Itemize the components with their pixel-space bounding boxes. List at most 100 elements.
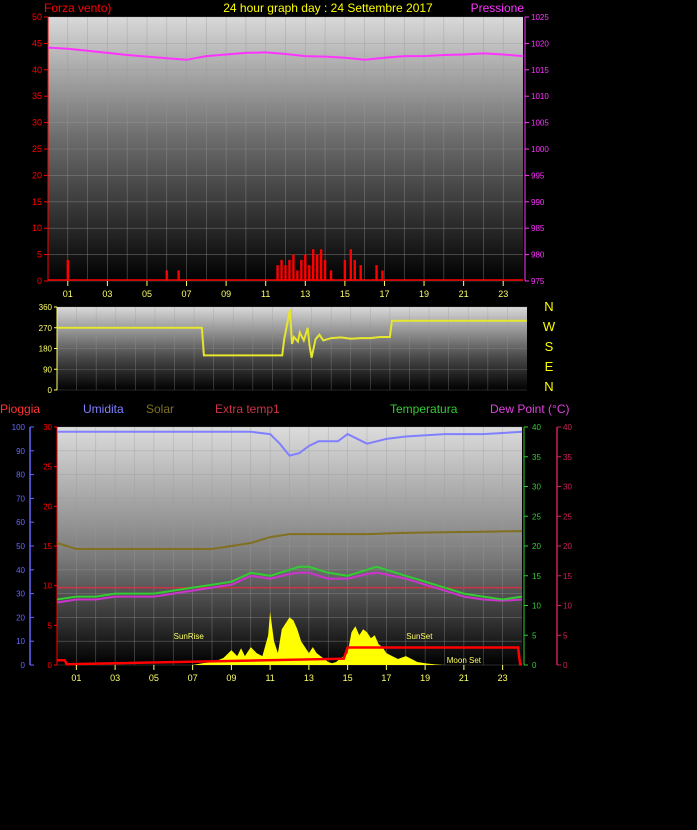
x-tick-label: 15 xyxy=(343,673,353,683)
compass-label: W xyxy=(543,319,556,334)
pressure-axis-tick-label: 1005 xyxy=(531,119,549,128)
wind-axis-label: Forza vento) xyxy=(44,1,111,15)
wind-axis-tick-label: 20 xyxy=(32,170,42,180)
temperature-axis-tick-label: 5 xyxy=(532,631,537,640)
dew-point-axis-tick-label: 40 xyxy=(563,423,572,432)
rain-axis: 0 5 10 15 20 25 30 xyxy=(43,423,58,670)
wind-speed-bar xyxy=(288,259,291,281)
humidity-axis-tick-label: 50 xyxy=(16,542,25,551)
x-tick-label: 05 xyxy=(149,673,159,683)
x-tick-label: 17 xyxy=(379,289,389,299)
x-tick-label: 23 xyxy=(498,289,508,299)
wind-speed-bar xyxy=(308,265,311,281)
humidity-axis-tick-label: 70 xyxy=(16,494,25,503)
temperature-axis-tick-label: 20 xyxy=(532,542,541,551)
humidity-axis-tick-label: 20 xyxy=(16,613,25,622)
weather-graph-stage: Forza vento) 24 hour graph day : 24 Sett… xyxy=(0,0,697,825)
x-tick-label: 11 xyxy=(265,673,274,683)
x-tick-label: 11 xyxy=(261,289,270,299)
legend-entry: Dew Point (°C) xyxy=(490,402,569,416)
pressure-axis-tick-label: 980 xyxy=(531,251,545,260)
wind-speed-bar xyxy=(276,265,279,281)
direction-compass-labels: NWSEN xyxy=(543,299,556,394)
wind-speed-bar xyxy=(315,254,319,281)
wind-axis-tick-label: 5 xyxy=(37,250,42,260)
annotation-label: SunRise xyxy=(174,632,205,641)
dew-point-axis-tick-label: 5 xyxy=(563,631,568,640)
humidity-axis-tick-label: 60 xyxy=(16,518,25,527)
wind-axis-tick-label: 10 xyxy=(32,223,42,233)
temperature-axis: 0 5 10 15 20 25 30 35 40 xyxy=(523,423,541,670)
pressure-axis-tick-label: 995 xyxy=(531,171,545,180)
x-tick-label: 13 xyxy=(300,289,310,299)
x-tick-label: 19 xyxy=(419,289,429,299)
panel-wind-pressure-x-ticks: 01 03 05 07 09 11 13 15 17 19 21 23 xyxy=(63,281,508,299)
compass-label: N xyxy=(544,379,553,394)
humidity-axis-tick-label: 0 xyxy=(21,661,26,670)
wind-speed-bar xyxy=(359,265,362,281)
wind-speed-bar xyxy=(312,249,315,281)
pressure-axis-label: Pressione xyxy=(471,1,525,15)
direction-axis-tick-label: 90 xyxy=(43,365,52,374)
temperature-axis-tick-label: 0 xyxy=(532,661,537,670)
humidity-axis-tick-label: 80 xyxy=(16,471,25,480)
wind-speed-bar xyxy=(343,259,347,281)
x-tick-label: 21 xyxy=(459,673,469,683)
dew-point-axis-tick-label: 15 xyxy=(563,572,572,581)
x-tick-label: 01 xyxy=(71,673,81,683)
graph-title: 24 hour graph day : 24 Settembre 2017 xyxy=(223,1,433,15)
wind-axis-tick-label: 35 xyxy=(32,91,42,101)
wind-axis-tick-label: 40 xyxy=(32,65,42,75)
legend-entry: Solar xyxy=(146,402,174,416)
pressure-axis-tick-label: 1020 xyxy=(531,39,549,48)
legend-entry: Pioggia xyxy=(0,402,40,416)
wind-speed-bar xyxy=(323,259,327,281)
humidity-axis: 0 10 20 30 40 50 60 70 80 90 100 xyxy=(12,423,34,670)
rain-axis-tick-label: 5 xyxy=(48,621,53,630)
wind-speed-bar xyxy=(349,249,353,281)
x-tick-label: 23 xyxy=(498,673,508,683)
direction-axis-tick-label: 270 xyxy=(39,324,53,333)
rain-axis-tick-label: 30 xyxy=(43,423,52,432)
pressure-axis-tick-label: 1025 xyxy=(531,13,549,22)
x-tick-label: 03 xyxy=(110,673,120,683)
wind-axis-tick-label: 50 xyxy=(32,12,42,22)
pressure-axis-tick-label: 1000 xyxy=(531,145,549,154)
pressure-axis-tick-label: 985 xyxy=(531,224,545,233)
pressure-axis-tick-label: 975 xyxy=(531,277,545,286)
wind-axis-tick-label: 45 xyxy=(32,38,42,48)
dew-point-axis-tick-label: 30 xyxy=(563,483,572,492)
wind-speed-axis: 0 5 10 15 20 25 30 35 40 45 50 xyxy=(32,12,49,286)
temperature-axis-tick-label: 30 xyxy=(532,483,541,492)
temperature-axis-tick-label: 25 xyxy=(532,512,541,521)
dew-point-axis-tick-label: 35 xyxy=(563,453,572,462)
humidity-axis-tick-label: 10 xyxy=(16,637,25,646)
direction-axis-tick-label: 360 xyxy=(39,303,53,312)
wind-speed-bar xyxy=(280,259,283,281)
annotation-label: Moon Set xyxy=(447,656,482,665)
legend-entry: Temperatura xyxy=(390,402,458,416)
x-tick-label: 03 xyxy=(102,289,112,299)
pressure-axis-tick-label: 1010 xyxy=(531,92,549,101)
wind-speed-bar xyxy=(300,259,303,281)
panel-climate-x-ticks: 01 03 05 07 09 11 13 15 17 19 21 23 xyxy=(71,665,508,683)
direction-axis-tick-label: 0 xyxy=(48,386,53,395)
dew-point-axis-tick-label: 20 xyxy=(563,542,572,551)
x-tick-label: 05 xyxy=(142,289,152,299)
rain-axis-tick-label: 10 xyxy=(43,582,52,591)
wind-speed-bar xyxy=(319,249,323,281)
wind-speed-bar xyxy=(284,265,287,281)
x-tick-label: 01 xyxy=(63,289,73,299)
humidity-axis-tick-label: 90 xyxy=(16,447,25,456)
wind-axis-tick-label: 0 xyxy=(37,276,42,286)
rain-axis-tick-label: 0 xyxy=(48,661,53,670)
wind-speed-bar xyxy=(375,265,378,281)
pressure-axis-tick-label: 990 xyxy=(531,198,545,207)
rain-axis-tick-label: 15 xyxy=(43,542,52,551)
temperature-axis-tick-label: 15 xyxy=(532,572,541,581)
humidity-axis-tick-label: 100 xyxy=(12,423,26,432)
x-tick-label: 19 xyxy=(420,673,430,683)
pressure-axis-tick-label: 1015 xyxy=(531,66,549,75)
x-tick-label: 07 xyxy=(188,673,198,683)
wind-speed-bar xyxy=(292,254,295,281)
